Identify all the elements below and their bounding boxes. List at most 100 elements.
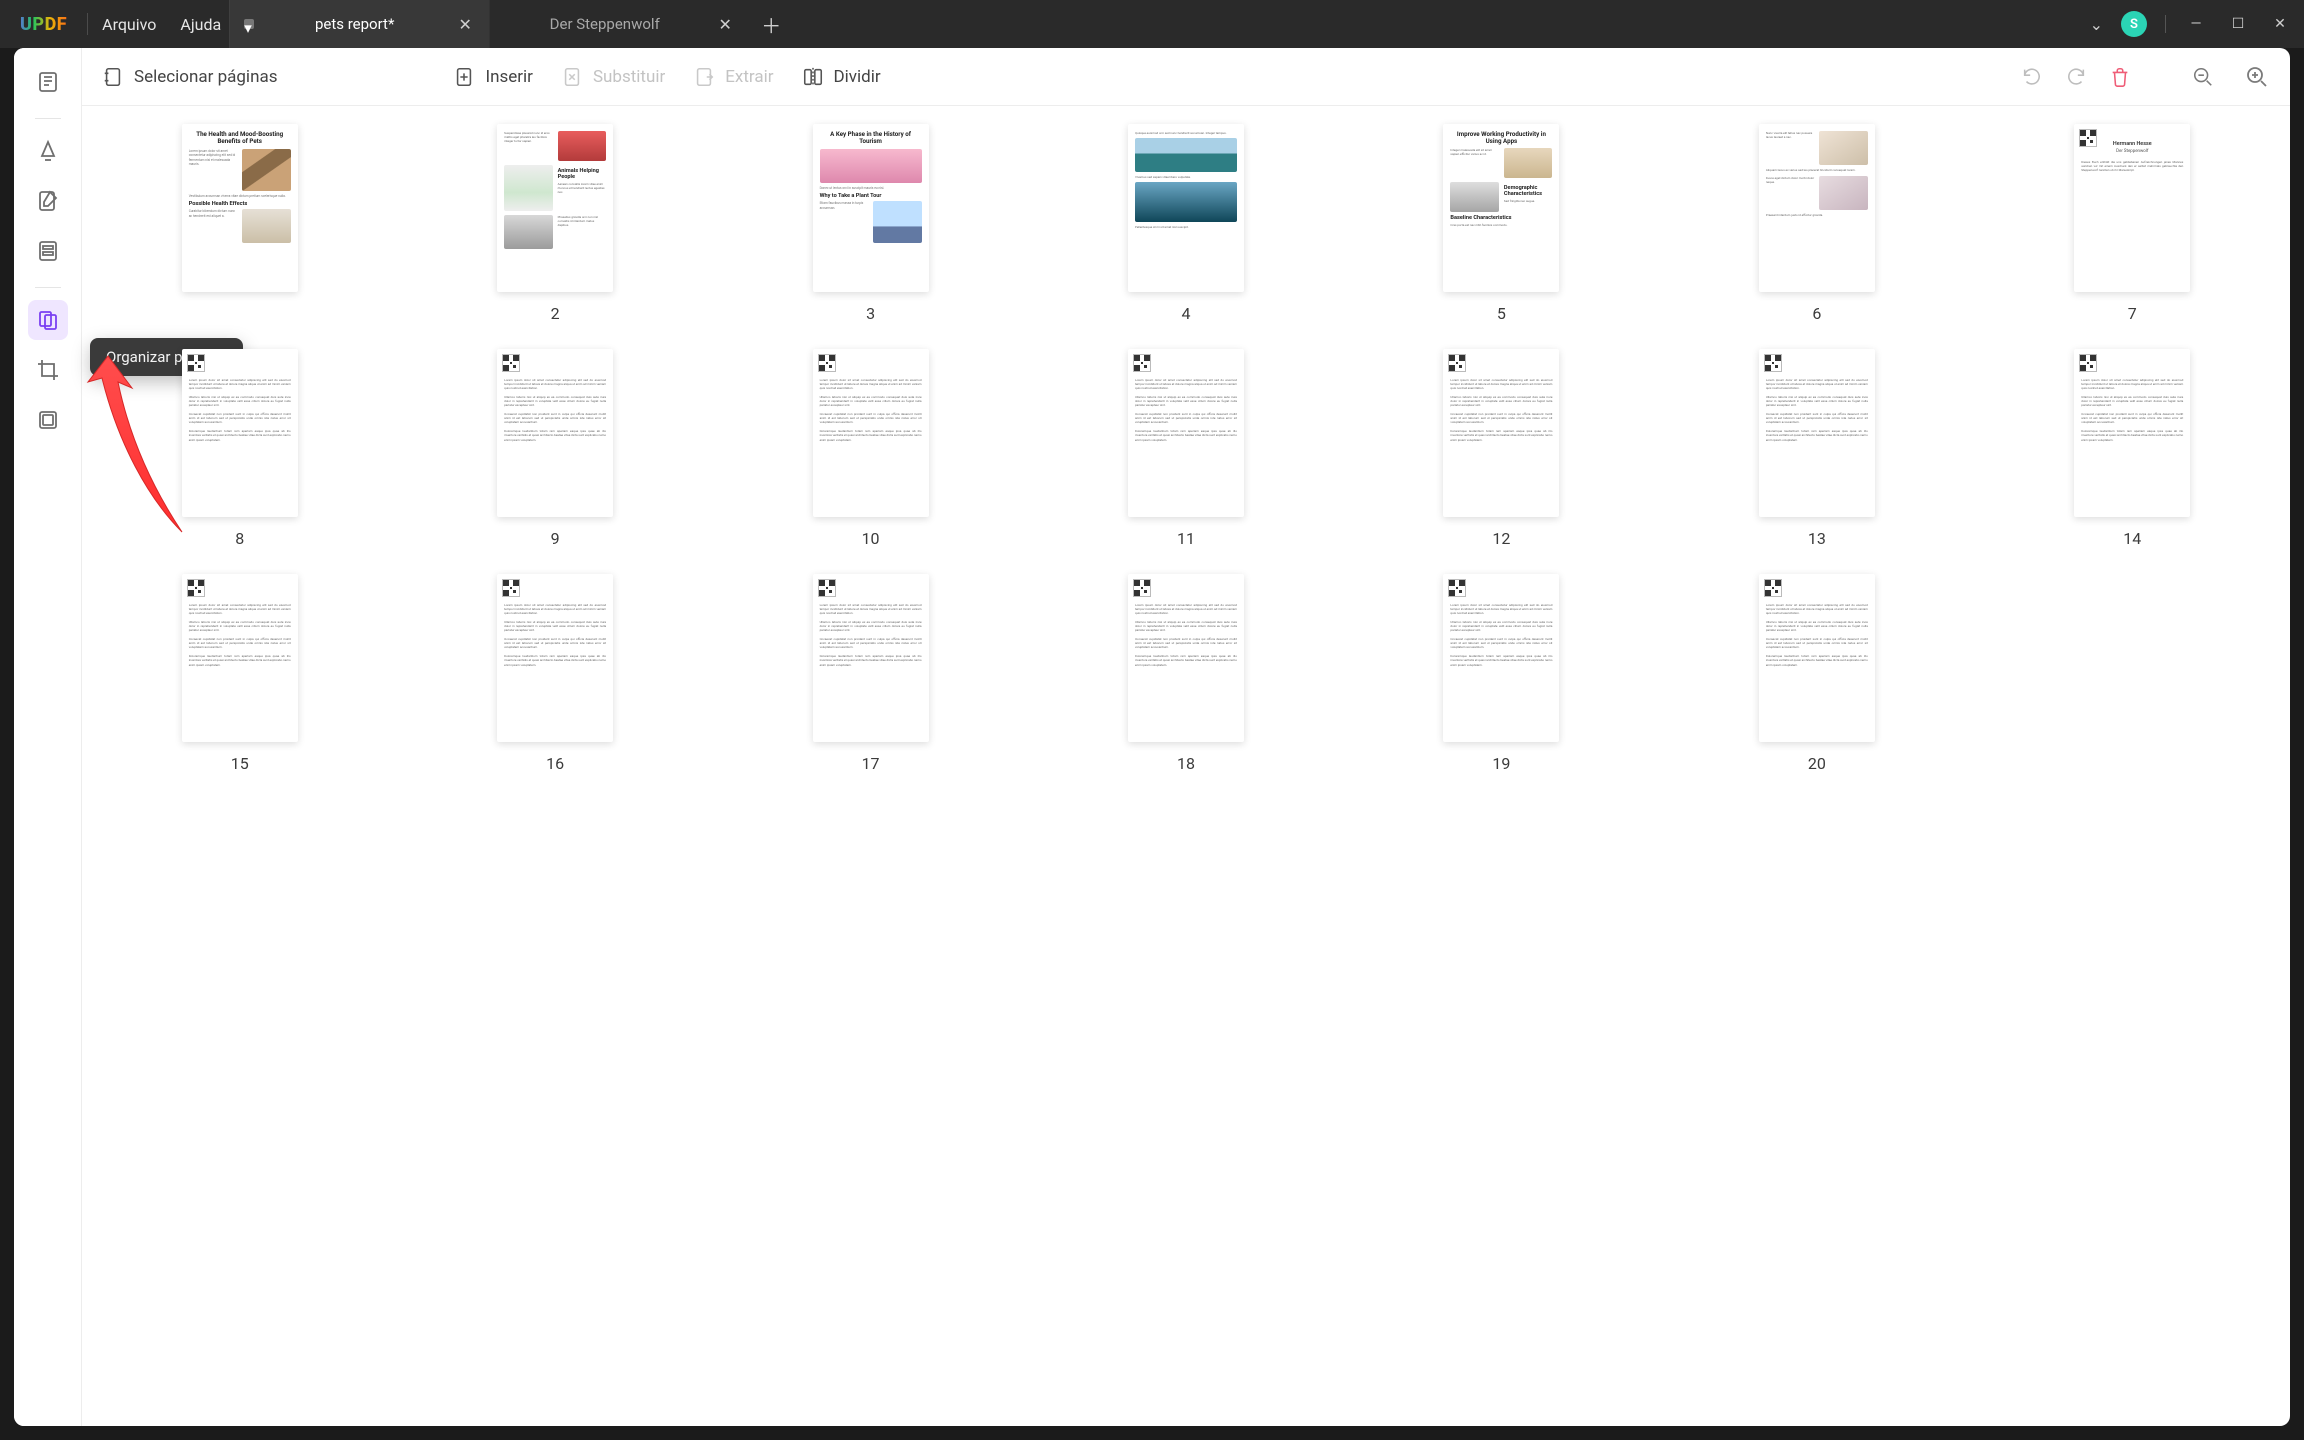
page-thumb[interactable]: Lorem ipsum dolor sit amet consectetur a… (110, 349, 369, 548)
tool-delete[interactable] (2106, 63, 2134, 91)
new-tab-button[interactable]: ＋ (749, 0, 793, 48)
page-title: Der Steppenwolf (2081, 149, 2183, 154)
page-thumb[interactable]: Nunc viverra elit tellus nec posuere lac… (1687, 124, 1946, 323)
dropdown-icon[interactable]: ⌄ (2090, 15, 2103, 34)
page-thumb[interactable]: Lorem ipsum dolor sit amet consectetur a… (1056, 574, 1315, 773)
page-number: 9 (551, 529, 560, 548)
tool-rotate-right[interactable] (2062, 63, 2090, 91)
qr-icon (188, 580, 204, 596)
tab-steppenwolf[interactable]: Der Steppenwolf ✕ (489, 0, 749, 48)
page-number: 3 (866, 304, 875, 323)
menu-help[interactable]: Ajuda (180, 15, 221, 34)
page-thumb[interactable]: Lorem ipsum dolor sit amet consectetur a… (425, 349, 684, 548)
organize-toolbar: Selecionar páginas Inserir Substituir Ex… (82, 48, 2290, 106)
page-thumb[interactable]: Quisque euismod orci sed nunc hendrerit … (1056, 124, 1315, 323)
page-number: 20 (1808, 754, 1826, 773)
main-menu: Arquivo Ajuda (98, 0, 229, 48)
sidebar-redact[interactable] (28, 400, 68, 440)
page-subhead: Why to Take a Plant Tour (820, 193, 922, 199)
page-thumb[interactable]: Hermann Hesse Der Steppenwolf Dieses Buc… (2003, 124, 2262, 323)
window-maximize-button[interactable]: ☐ (2226, 16, 2250, 32)
zoom-in-button[interactable] (2244, 64, 2270, 90)
window-close-button[interactable]: ✕ (2268, 16, 2292, 32)
qr-icon (1449, 580, 1465, 596)
tab-title: pets report* (264, 15, 445, 33)
page-number: 5 (1497, 304, 1506, 323)
page-grid: The Health and Mood-Boosting Benefits of… (110, 124, 2262, 773)
qr-icon (1765, 355, 1781, 371)
sidebar-annotate[interactable] (28, 131, 68, 171)
qr-icon (1134, 580, 1150, 596)
page-author: Hermann Hesse (2081, 141, 2183, 147)
page-thumb[interactable]: Lorem ipsum dolor sit amet consectetur a… (425, 574, 684, 773)
page-thumb[interactable]: The Health and Mood-Boosting Benefits of… (110, 124, 369, 323)
page-headline: The Health and Mood-Boosting Benefits of… (189, 131, 291, 145)
qr-icon (819, 355, 835, 371)
sidebar-form[interactable] (28, 231, 68, 271)
page-number: 2 (551, 304, 560, 323)
menu-file[interactable]: Arquivo (102, 15, 156, 34)
tool-label: Dividir (834, 67, 881, 87)
page-number: 15 (231, 754, 249, 773)
tool-extract[interactable]: Extrair (693, 66, 773, 88)
page-thumb[interactable]: Lorem ipsum dolor sit amet consectetur a… (1372, 574, 1631, 773)
tool-split[interactable]: Dividir (802, 66, 881, 88)
page-thumb[interactable]: Lorem ipsum dolor sit amet consectetur a… (1687, 349, 1946, 548)
window-controls: ⌄ S — ☐ ✕ (2078, 0, 2304, 48)
page-grid-scroll[interactable]: The Health and Mood-Boosting Benefits of… (82, 106, 2290, 1426)
page-thumb[interactable]: Suspendisse placerat nunc id eros mattis… (425, 124, 684, 323)
qr-icon (1765, 580, 1781, 596)
tool-label: Extrair (725, 67, 773, 87)
page-subhead: Animals Helping People (558, 168, 607, 180)
tool-replace[interactable]: Substituir (561, 66, 665, 88)
page-thumb[interactable]: Lorem ipsum dolor sit amet consectetur a… (1056, 349, 1315, 548)
page-number: 6 (1812, 304, 1821, 323)
tool-rotate-left[interactable] (2018, 63, 2046, 91)
page-subhead: Demographic Characteristics (1504, 185, 1553, 197)
sidebar-edit[interactable] (28, 181, 68, 221)
tool-select-pages[interactable]: Selecionar páginas (102, 66, 277, 88)
zoom-out-button[interactable] (2190, 64, 2216, 90)
page-number: 14 (2123, 529, 2141, 548)
tab-pets-report[interactable]: ▾ pets report* ✕ (229, 0, 489, 48)
separator (2165, 15, 2166, 33)
page-number: 11 (1177, 529, 1195, 548)
qr-icon (2080, 130, 2096, 146)
app-logo: UPDF (0, 0, 83, 48)
qr-icon (819, 580, 835, 596)
left-sidebar: Organizar páginas (14, 48, 82, 1426)
user-avatar[interactable]: S (2121, 11, 2147, 37)
tab-close-button[interactable]: ✕ (455, 15, 475, 34)
tab-indicator-icon: ▾ (244, 19, 254, 29)
page-thumb[interactable]: Improve Working Productivity in Using Ap… (1372, 124, 1631, 323)
tool-insert[interactable]: Inserir (453, 66, 532, 88)
qr-icon (503, 355, 519, 371)
page-thumb[interactable]: Lorem ipsum dolor sit amet consectetur a… (1372, 349, 1631, 548)
sidebar-divider (35, 118, 61, 119)
page-thumb[interactable]: Lorem ipsum dolor sit amet consectetur a… (741, 574, 1000, 773)
page-headline: A Key Phase in the History of Tourism (820, 131, 922, 145)
page-thumb[interactable]: Lorem ipsum dolor sit amet consectetur a… (741, 349, 1000, 548)
page-thumb[interactable]: Lorem ipsum dolor sit amet consectetur a… (1687, 574, 1946, 773)
page-thumb[interactable]: A Key Phase in the History of Tourism Do… (741, 124, 1000, 323)
tab-title: Der Steppenwolf (504, 15, 705, 33)
sidebar-reader[interactable] (28, 62, 68, 102)
qr-icon (188, 355, 204, 371)
sidebar-crop[interactable] (28, 350, 68, 390)
page-number: 4 (1181, 304, 1190, 323)
window-minimize-button[interactable]: — (2184, 16, 2208, 32)
sidebar-divider (35, 287, 61, 288)
page-thumb[interactable]: Lorem ipsum dolor sit amet consectetur a… (2003, 349, 2262, 548)
page-thumb[interactable]: Lorem ipsum dolor sit amet consectetur a… (110, 574, 369, 773)
page-number: 10 (862, 529, 880, 548)
page-number: 17 (862, 754, 880, 773)
sidebar-organize-pages[interactable] (28, 300, 68, 340)
tab-close-button[interactable]: ✕ (715, 15, 735, 34)
qr-icon (1134, 355, 1150, 371)
qr-icon (503, 580, 519, 596)
page-headline: Improve Working Productivity in Using Ap… (1450, 131, 1552, 145)
tool-label: Inserir (485, 67, 532, 87)
page-number: 7 (2128, 304, 2137, 323)
tool-label: Selecionar páginas (134, 67, 277, 87)
document-tabs: ▾ pets report* ✕ Der Steppenwolf ✕ ＋ (229, 0, 793, 48)
